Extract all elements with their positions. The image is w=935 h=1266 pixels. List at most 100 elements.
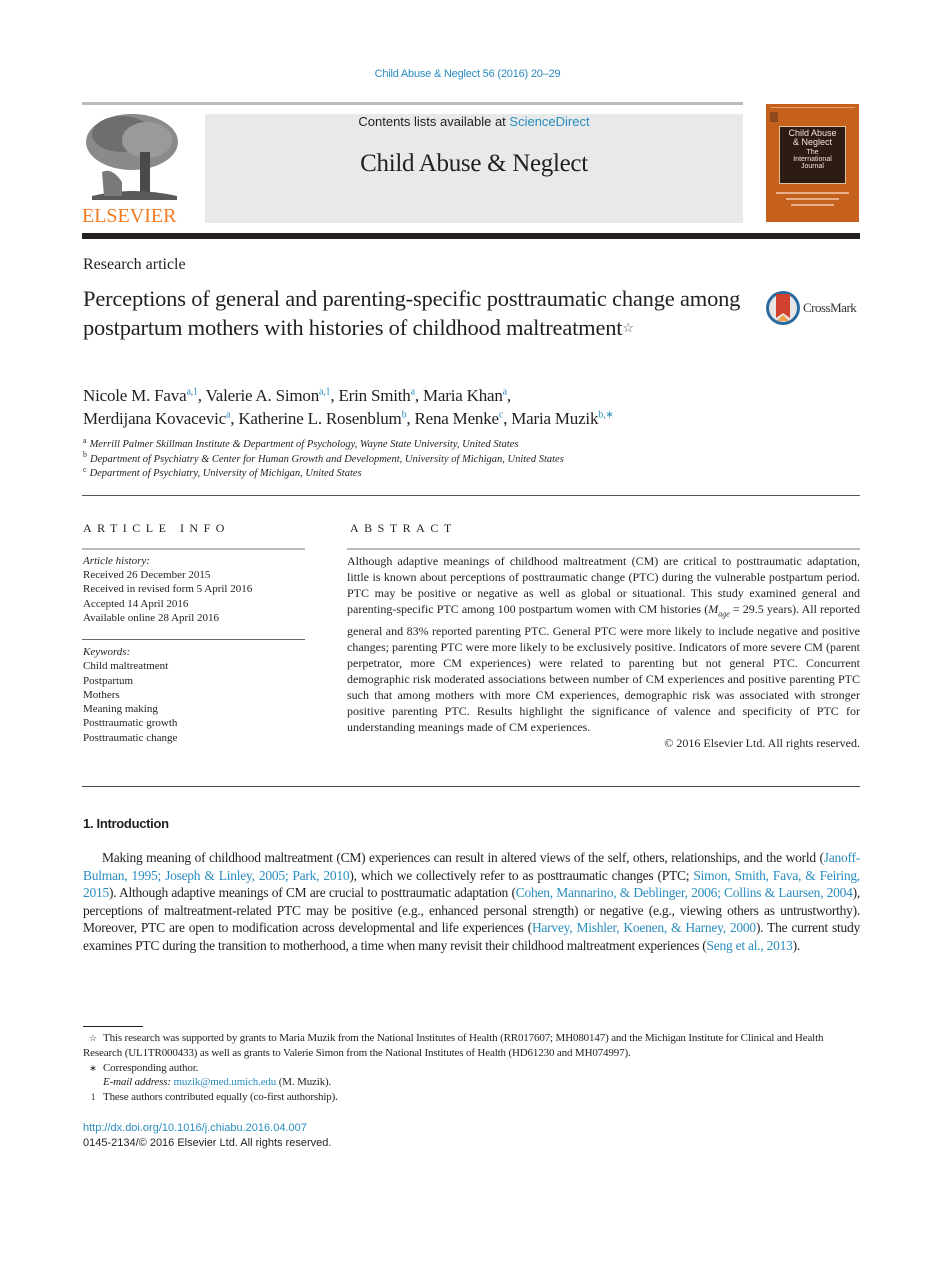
author[interactable]: Valerie A. Simon xyxy=(206,386,320,405)
equal-contribution-footnote: 1 These authors contributed equally (co-f… xyxy=(83,1090,860,1105)
abstract-heading: ABSTRACT xyxy=(350,521,457,535)
citation-link[interactable]: Harvey, Mishler, Koenen, & Harney, 2000 xyxy=(532,920,756,935)
article-history-label: Article history: xyxy=(83,555,150,567)
author-list: Nicole M. Favaa,1, Valerie A. Simona,1, … xyxy=(83,384,863,430)
author[interactable]: Rena Menke xyxy=(414,409,499,428)
article-info-divider xyxy=(82,548,305,550)
cover-text-line xyxy=(786,198,839,200)
affiliation-text: Merrill Palmer Skillman Institute & Depa… xyxy=(89,439,519,450)
sciencedirect-link[interactable]: ScienceDirect xyxy=(509,114,589,129)
keyword-item: Posttraumatic change xyxy=(83,731,178,744)
cover-subtitle-line1: The xyxy=(806,149,819,156)
intro-text: ), which we collectively refer to as pos… xyxy=(349,867,694,883)
cover-publisher-badge xyxy=(770,112,778,122)
corresponding-author-footnote: ∗ Corresponding author. xyxy=(83,1061,860,1076)
abstract-text-part2: = 29.5 years). All reported general and … xyxy=(347,602,861,735)
author-affiliation-sup[interactable]: a,1 xyxy=(319,386,331,397)
keyword-item: Mothers xyxy=(83,688,120,701)
affiliation-item: a Merrill Palmer Skillman Institute & Dep… xyxy=(83,435,863,453)
affiliation-item: b Department of Psychiatry & Center for H… xyxy=(83,451,863,468)
article-history: Article history: Received 26 December 20… xyxy=(83,554,308,625)
author[interactable]: Erin Smith xyxy=(338,386,410,405)
journal-cover-thumbnail[interactable]: Child Abuse & Neglect The International … xyxy=(766,104,859,222)
cover-subtitle-line2: International xyxy=(793,156,832,163)
article-type-label: Research article xyxy=(83,256,186,273)
affiliation-text: Department of Psychiatry & Center for Hu… xyxy=(90,453,564,465)
affiliation-item: c Department of Psychiatry, University of… xyxy=(83,464,863,482)
contents-prefix: Contents lists available at xyxy=(358,114,510,129)
citation-link[interactable]: Seng et al., 2013 xyxy=(706,938,792,953)
footnotes: ☆ This research was supported by grants t… xyxy=(83,1031,860,1105)
divider xyxy=(82,786,860,787)
email-link[interactable]: muzik@med.umich.edu xyxy=(174,1076,277,1088)
intro-text: ). Although adaptive meanings of CM are … xyxy=(109,885,516,901)
cover-subtitle-line3: Journal xyxy=(801,163,824,170)
affiliation-letter: a xyxy=(83,435,87,445)
keyword-item: Posttraumatic growth xyxy=(83,717,178,730)
abstract-body: Although adaptive meanings of childhood … xyxy=(347,553,860,752)
author-separator: , xyxy=(506,386,511,405)
doi-link[interactable]: http://dx.doi.org/10.1016/j.chiabu.2016.… xyxy=(83,1121,331,1136)
affiliation-letter: c xyxy=(83,464,87,474)
author[interactable]: Katherine L. Rosenblum xyxy=(238,409,401,428)
footnote-asterisk-icon: ∗ xyxy=(89,1062,97,1073)
contents-availability-line: Contents lists available at ScienceDirec… xyxy=(205,114,743,129)
corresponding-author-text: Corresponding author. xyxy=(103,1061,199,1074)
intro-text: ). xyxy=(792,937,801,953)
journal-reference-link[interactable]: Child Abuse & Neglect 56 (2016) 20–29 xyxy=(0,68,935,80)
author-affiliation-sup[interactable]: b,∗ xyxy=(598,409,613,420)
journal-header-box: Contents lists available at ScienceDirec… xyxy=(205,114,743,223)
elsevier-tree-icon xyxy=(82,112,182,202)
section-heading-introduction: 1. Introduction xyxy=(83,816,169,831)
keywords-list: Keywords: Child maltreatment Postpartum … xyxy=(83,645,308,745)
header-heavy-divider xyxy=(82,233,860,239)
elsevier-wordmark: ELSEVIER xyxy=(82,205,177,227)
article-title-text: Perceptions of general and parenting-spe… xyxy=(83,286,741,340)
crossmark-button[interactable]: CrossMark xyxy=(765,288,865,328)
email-suffix: (M. Muzik). xyxy=(276,1076,332,1089)
footnote-divider xyxy=(83,1026,143,1027)
keyword-item: Postpartum xyxy=(83,674,134,687)
email-label: E-mail address: xyxy=(103,1076,171,1089)
footnote-number: 1 xyxy=(90,1092,96,1103)
author-separator: , xyxy=(197,386,206,405)
mean-age-subscript: age xyxy=(718,609,730,619)
history-item: Received in revised form 5 April 2016 xyxy=(83,583,253,596)
history-item: Available online 28 April 2016 xyxy=(83,611,220,624)
citation-link[interactable]: Cohen, Mannarino, & Deblinger, 2006; Col… xyxy=(516,885,853,900)
crossmark-label: CrossMark xyxy=(803,300,857,315)
intro-text: Making meaning of childhood maltreatment… xyxy=(102,850,824,865)
keyword-item: Child maltreatment xyxy=(83,660,169,673)
author-separator: , xyxy=(414,386,423,405)
history-item: Accepted 14 April 2016 xyxy=(83,597,189,610)
affiliation-list: a Merrill Palmer Skillman Institute & Dep… xyxy=(83,435,863,482)
issn-copyright: 0145-2134/© 2016 Elsevier Ltd. All right… xyxy=(83,1137,332,1149)
abstract-copyright: © 2016 Elsevier Ltd. All rights reserved… xyxy=(664,736,860,751)
email-footnote: E-mail address: muzik@med.umich.edu (M. … xyxy=(83,1075,860,1090)
mean-age-symbol: M xyxy=(708,602,719,617)
cover-text-line xyxy=(791,204,834,206)
equal-contribution-text: These authors contributed equally (co-fi… xyxy=(103,1091,338,1104)
abstract-divider xyxy=(347,548,860,550)
crossmark-icon xyxy=(766,291,800,325)
journal-title[interactable]: Child Abuse & Neglect xyxy=(205,150,743,178)
introduction-paragraph: Making meaning of childhood maltreatment… xyxy=(83,849,860,955)
keyword-item: Meaning making xyxy=(83,703,158,716)
funding-footnote: ☆ This research was supported by grants t… xyxy=(83,1031,860,1061)
title-footnote-star-icon[interactable]: ☆ xyxy=(622,320,634,335)
author-affiliation-sup[interactable]: a,1 xyxy=(186,386,198,397)
doi-block: http://dx.doi.org/10.1016/j.chiabu.2016.… xyxy=(83,1121,331,1151)
footnote-star-icon: ☆ xyxy=(89,1033,97,1043)
author[interactable]: Maria Khan xyxy=(423,386,503,405)
author[interactable]: Merdijana Kovacevic xyxy=(83,409,226,428)
elsevier-logo[interactable]: ELSEVIER xyxy=(82,112,182,227)
article-info-heading: ARTICLE INFO xyxy=(83,521,230,535)
affiliation-text: Department of Psychiatry, University of … xyxy=(89,468,362,479)
author[interactable]: Maria Muzik xyxy=(511,409,598,428)
author[interactable]: Nicole M. Fava xyxy=(83,386,187,405)
keywords-divider xyxy=(82,639,305,640)
divider xyxy=(82,495,860,496)
keywords-label: Keywords: xyxy=(83,646,131,658)
funding-footnote-text: This research was supported by grants to… xyxy=(83,1032,824,1059)
cover-title-panel: Child Abuse & Neglect The International … xyxy=(779,126,846,184)
